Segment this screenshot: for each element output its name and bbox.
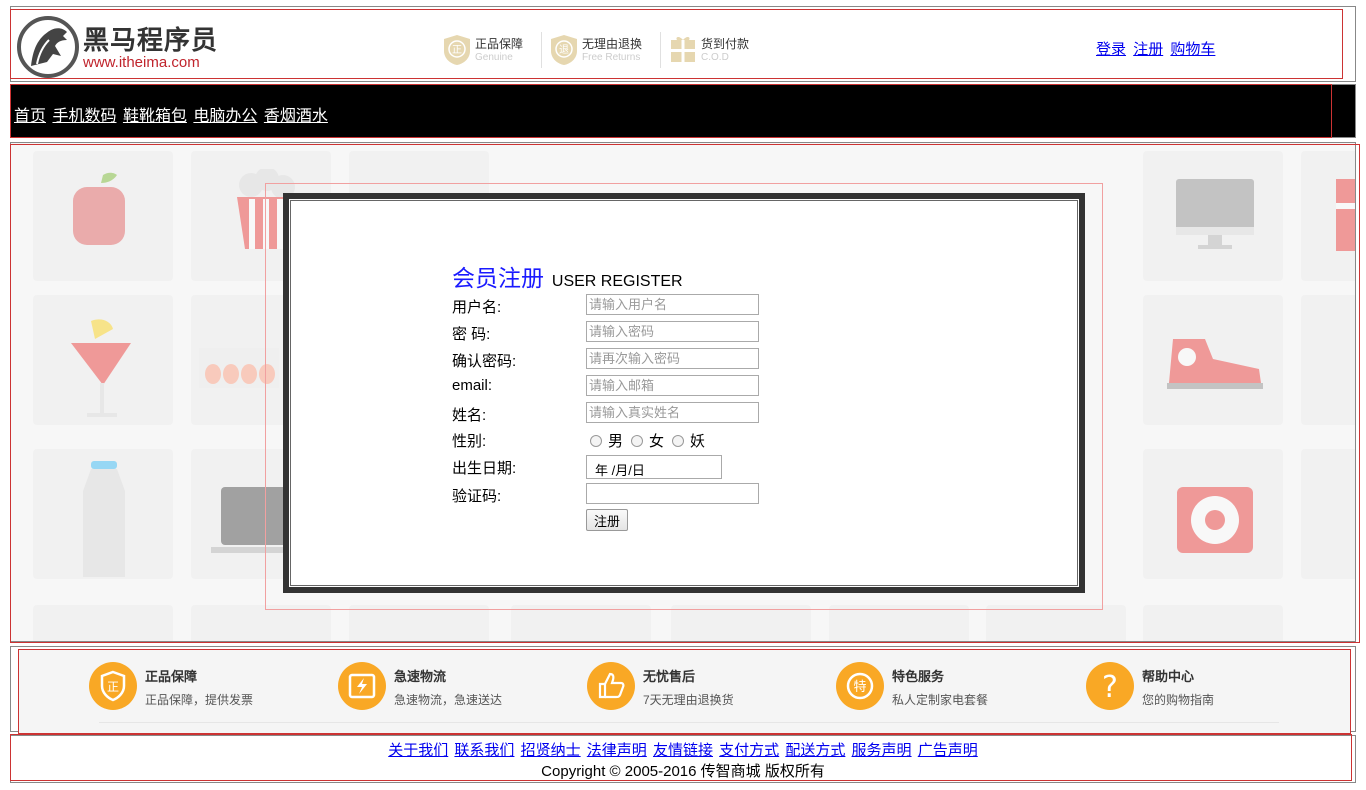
horse-logo-icon [17, 16, 79, 78]
service-item-logistics: 急速物流 急速物流，急速送达 [338, 662, 558, 712]
special-icon: 特 [836, 662, 884, 710]
cart-link[interactable]: 购物车 [1170, 41, 1215, 58]
thumbs-up-icon [587, 662, 635, 710]
service-item-help: ? 帮助中心 您的购物指南 [1086, 662, 1306, 712]
service-subtitle: 7天无理由退换货 [643, 693, 734, 707]
service-item-special: 特 特色服务 私人定制家电套餐 [836, 662, 1056, 712]
header: 黑马程序员 www.itheima.com 正 正品保障 Genuine 退 无… [10, 9, 1343, 79]
guarantee-cod-en: C.O.D [701, 51, 729, 63]
guarantee-cod-label: 货到付款 [701, 36, 750, 51]
footer-frame [10, 734, 1352, 781]
service-divider [99, 722, 1279, 723]
service-title: 无忧售后 [643, 669, 696, 684]
shield-icon: 正 [89, 662, 137, 710]
service-item-genuine: 正 正品保障 正品保障，提供发票 [89, 662, 309, 712]
guarantee-genuine: 正 正品保障 Genuine [443, 32, 533, 68]
svg-text:特: 特 [853, 680, 866, 695]
brand-name: 黑马程序员 [83, 26, 219, 56]
help-icon: ? [1086, 662, 1134, 710]
brand-url: www.itheima.com [83, 54, 200, 71]
service-subtitle: 私人定制家电套餐 [892, 693, 989, 707]
login-link[interactable]: 登录 [1096, 41, 1126, 58]
guarantee-returns-en: Free Returns [582, 51, 641, 63]
svg-text:正: 正 [107, 680, 119, 694]
service-title: 正品保障 [145, 669, 198, 684]
nav-inner-frame [10, 84, 1332, 138]
svg-text:?: ? [1102, 670, 1118, 705]
service-title: 特色服务 [892, 669, 945, 684]
logo[interactable]: 黑马程序员 www.itheima.com [17, 16, 219, 78]
svg-text:正: 正 [452, 45, 462, 56]
genuine-badge-icon: 正 [444, 35, 470, 65]
guarantee-returns-label: 无理由退换 [582, 36, 643, 51]
user-links: 登录 注册 购物车 [1096, 38, 1218, 59]
guarantee-genuine-label: 正品保障 [475, 36, 524, 51]
svg-text:退: 退 [559, 44, 569, 56]
guarantee-returns: 退 无理由退换 Free Returns [541, 32, 652, 68]
service-item-aftersales: 无忧售后 7天无理由退换货 [587, 662, 807, 712]
guarantee-cod: 货到付款 C.O.D [660, 32, 759, 68]
guarantee-strip: 正 正品保障 Genuine 退 无理由退换 Free Returns 货到付款… [443, 32, 767, 72]
lightning-icon [338, 662, 386, 710]
service-title: 急速物流 [394, 669, 447, 684]
cod-gift-icon [671, 36, 696, 62]
returns-badge-icon: 退 [551, 35, 578, 65]
service-bar: 正 正品保障 正品保障，提供发票 急速物流 急速物流，急速送达 无忧售后 7天无… [18, 649, 1351, 734]
service-subtitle: 急速物流，急速送达 [394, 693, 503, 707]
service-title: 帮助中心 [1142, 669, 1195, 684]
register-section-frame [10, 144, 1360, 643]
service-subtitle: 正品保障，提供发票 [145, 693, 254, 707]
guarantee-genuine-en: Genuine [475, 51, 513, 63]
service-subtitle: 您的购物指南 [1142, 693, 1215, 707]
register-link[interactable]: 注册 [1133, 41, 1163, 58]
